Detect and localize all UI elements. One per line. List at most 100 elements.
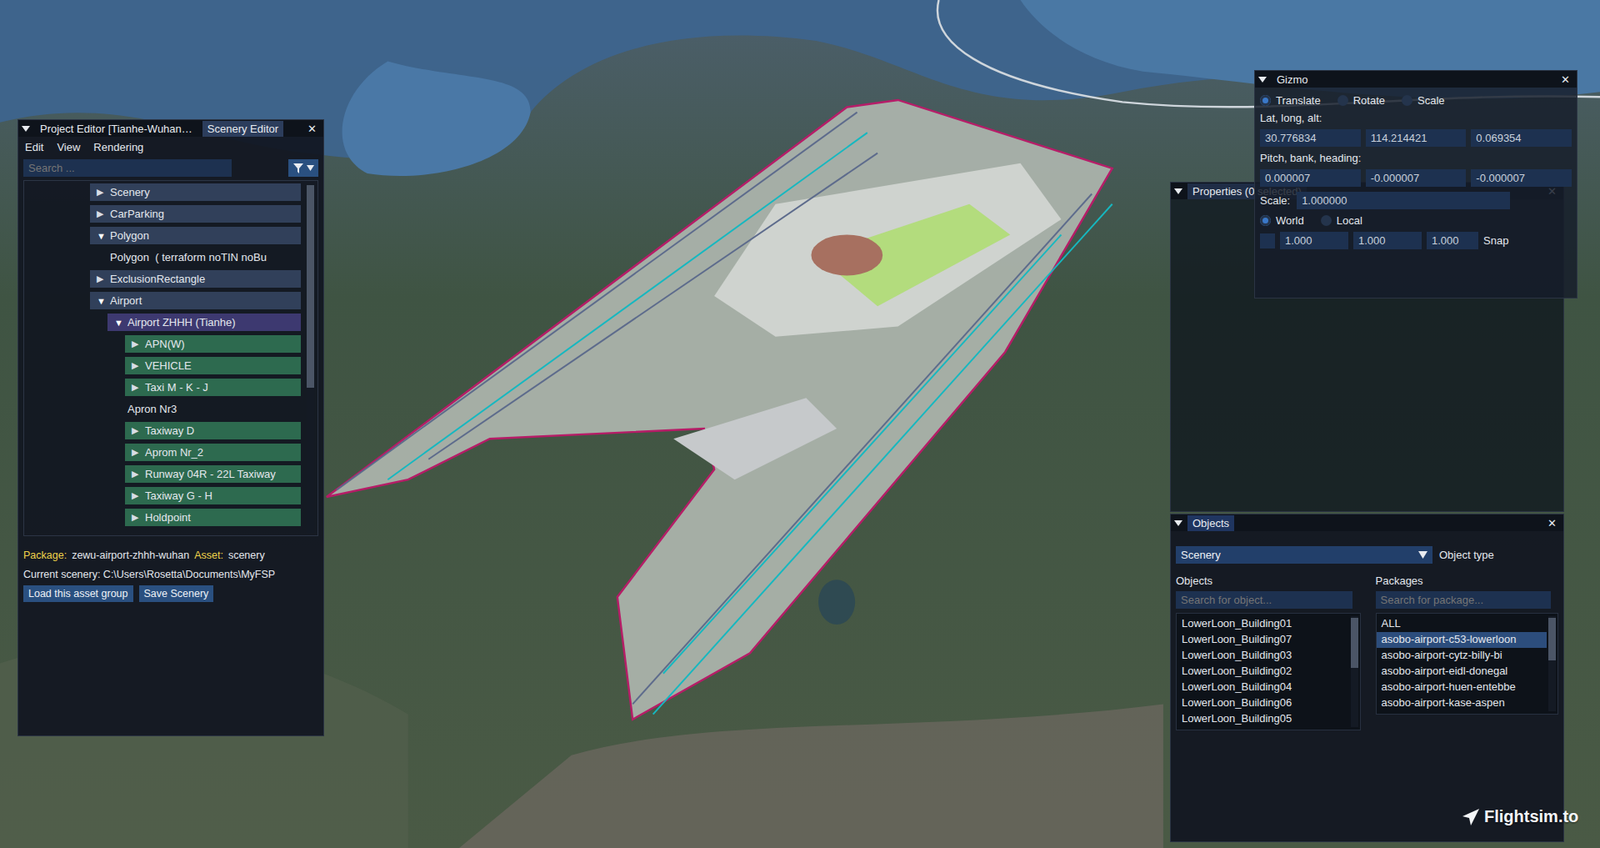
scrollbar[interactable]: [1350, 615, 1359, 727]
load-asset-group-button[interactable]: Load this asset group: [23, 585, 134, 602]
object-item[interactable]: LowerLoon_Building06: [1176, 695, 1350, 711]
mode-radio[interactable]: [1260, 95, 1271, 106]
collapsed-arrow-icon[interactable]: ▶: [96, 208, 105, 220]
expanded-arrow-icon[interactable]: ▼: [96, 230, 105, 241]
search-field[interactable]: [23, 159, 232, 177]
package-item[interactable]: ALL: [1376, 615, 1548, 632]
snap-field[interactable]: 1.000: [1280, 231, 1349, 250]
object-item[interactable]: LowerLoon_Building05: [1176, 710, 1350, 727]
close-button[interactable]: ✕: [1557, 73, 1574, 86]
scene-tree[interactable]: ▶Scenery ▶CarParking ▼Polygon Polygon ( ter…: [23, 180, 319, 536]
collapse-icon[interactable]: [21, 125, 30, 132]
object-item[interactable]: LowerLoon_Building03: [1176, 647, 1350, 664]
expanded-arrow-icon[interactable]: ▼: [96, 295, 105, 306]
tree-item[interactable]: ▼ Airport: [90, 291, 301, 310]
project-editor-window[interactable]: Project Editor [Tianhe-Wuhan…Scenery Edi…: [17, 119, 325, 736]
watermark: Flightsim.to: [1461, 806, 1579, 826]
object-item[interactable]: LowerLoon_Building01: [1176, 615, 1350, 632]
collapsed-arrow-icon[interactable]: ▶: [131, 468, 140, 480]
package-name: zewu-airport-zhhh-wuhan: [71, 549, 190, 561]
object-item[interactable]: LowerLoon_Building07: [1176, 631, 1350, 648]
position-field[interactable]: 0.069354: [1470, 129, 1572, 147]
expanded-arrow-icon[interactable]: ▼: [114, 317, 123, 328]
collapse-icon[interactable]: [1258, 76, 1267, 83]
tree-item[interactable]: ▶Taxi M - K - J: [125, 378, 301, 396]
collapsed-arrow-icon[interactable]: ▶: [96, 273, 105, 285]
menu-item[interactable]: Edit: [25, 140, 44, 154]
tree-item[interactable]: ▶ VEHICLE: [125, 356, 301, 375]
scale-field[interactable]: 1.000000: [1296, 191, 1510, 210]
position-field[interactable]: 114.214421: [1365, 129, 1467, 147]
gizmo-window[interactable]: Gizmo✕TranslateRotateScaleLat, long, alt…: [1254, 70, 1578, 299]
package-items: ALLasobo-airport-c53-lowerloonasobo-airp…: [1376, 613, 1548, 714]
collapsed-arrow-icon[interactable]: ▶: [131, 360, 140, 371]
package-list[interactable]: ALLasobo-airport-c53-lowerloonasobo-airp…: [1375, 612, 1560, 715]
scroll-thumb[interactable]: [1350, 617, 1359, 668]
menu-item[interactable]: Rendering: [93, 140, 144, 154]
menu-item[interactable]: View: [56, 140, 80, 154]
tree-item[interactable]: ▶Taxiway G - H: [125, 486, 301, 505]
tree-item[interactable]: ▶APN(W): [125, 335, 301, 353]
space-radio[interactable]: [1320, 215, 1332, 226]
collapsed-arrow-icon[interactable]: ▶: [131, 511, 140, 523]
space-radio[interactable]: [1260, 215, 1271, 226]
snap-field[interactable]: 1.000: [1353, 231, 1422, 250]
editor-tab[interactable]: Project Editor [Tianhe-Wuhan…: [35, 120, 198, 137]
package-item[interactable]: asobo-airport-huen-entebbe: [1376, 679, 1548, 695]
package-item[interactable]: asobo-airport-kase-aspen: [1376, 695, 1548, 711]
mode-radio[interactable]: [1337, 95, 1349, 106]
snap-field[interactable]: 1.000: [1426, 231, 1479, 250]
collapsed-arrow-icon[interactable]: ▶: [131, 381, 140, 393]
tree-label: VEHICLE: [145, 359, 192, 372]
package-item[interactable]: asobo-airport-eidl-donegal: [1376, 663, 1548, 680]
collapsed-arrow-icon[interactable]: ▶: [131, 490, 140, 501]
tree-label: Airport ZHHH (Tianhe): [127, 315, 236, 329]
position-field[interactable]: 30.776834: [1260, 129, 1361, 147]
tree-item[interactable]: ▶Holdpoint: [125, 508, 301, 526]
rotation-field[interactable]: 0.000007: [1260, 169, 1361, 187]
mode-radio[interactable]: [1401, 95, 1413, 106]
save-scenery-button[interactable]: Save Scenery: [139, 585, 215, 602]
collapse-icon[interactable]: [1174, 520, 1183, 526]
tree-item[interactable]: ▶CarParking: [90, 205, 301, 223]
tree-label: ExclusionRectangle: [110, 272, 205, 285]
scroll-thumb[interactable]: [306, 185, 315, 388]
scroll-thumb[interactable]: [1548, 617, 1556, 660]
tree-item[interactable]: ▶Taxiway D: [125, 421, 301, 440]
package-item[interactable]: asobo-airport-c53-lowerloon: [1376, 631, 1548, 648]
object-list[interactable]: LowerLoon_Building01LowerLoon_Building07…: [1175, 612, 1361, 730]
rotation-field[interactable]: -0.000007: [1470, 169, 1572, 187]
scrollbar[interactable]: [306, 183, 315, 533]
button-row: Load this asset group Save Scenery: [23, 585, 319, 602]
collapsed-arrow-icon[interactable]: ▶: [131, 338, 140, 350]
mode-label: Scale: [1417, 94, 1445, 107]
package-search[interactable]: [1375, 590, 1551, 609]
tree-item[interactable]: ▶Aprom Nr_2: [125, 443, 301, 461]
tree-item[interactable]: Polygon ( terraform noTIN noBu: [107, 248, 301, 266]
collapsed-arrow-icon[interactable]: ▶: [131, 446, 140, 458]
filter-button[interactable]: [288, 159, 319, 177]
tree-item[interactable]: ▼Polygon: [90, 226, 301, 245]
object-type-dropdown[interactable]: Scenery: [1175, 545, 1433, 564]
scrollbar[interactable]: [1548, 615, 1556, 711]
tree-item[interactable]: ▼ Airport ZHHH (Tianhe): [107, 313, 301, 331]
dropdown-icon[interactable]: [1418, 550, 1428, 559]
collapsed-arrow-icon[interactable]: ▶: [96, 186, 105, 198]
object-search[interactable]: [1175, 590, 1353, 609]
snap-checkbox[interactable]: [1260, 233, 1275, 249]
object-item[interactable]: LowerLoon_Building02: [1176, 663, 1350, 680]
close-button[interactable]: ✕: [304, 122, 320, 135]
tree-item[interactable]: ▶Scenery: [90, 183, 301, 201]
tree-label: Airport: [110, 294, 142, 307]
package-item[interactable]: asobo-airport-cytz-billy-bi: [1376, 647, 1548, 664]
tree-item[interactable]: ▶Runway 04R - 22L Taxiway: [125, 465, 301, 483]
editor-tab[interactable]: Scenery Editor: [202, 120, 284, 137]
collapsed-arrow-icon[interactable]: ▶: [131, 425, 140, 436]
tree-item[interactable]: ▶ ExclusionRectangle: [90, 270, 301, 288]
object-item[interactable]: LowerLoon_Building04: [1176, 679, 1350, 695]
collapse-icon[interactable]: [1174, 188, 1183, 195]
close-button[interactable]: ✕: [1544, 516, 1560, 530]
objects-window[interactable]: Objects✕SceneryObject typeObjectsLowerLo…: [1170, 513, 1565, 842]
rotation-field[interactable]: -0.000007: [1365, 169, 1467, 187]
tree-item[interactable]: Apron Nr3: [125, 400, 301, 418]
